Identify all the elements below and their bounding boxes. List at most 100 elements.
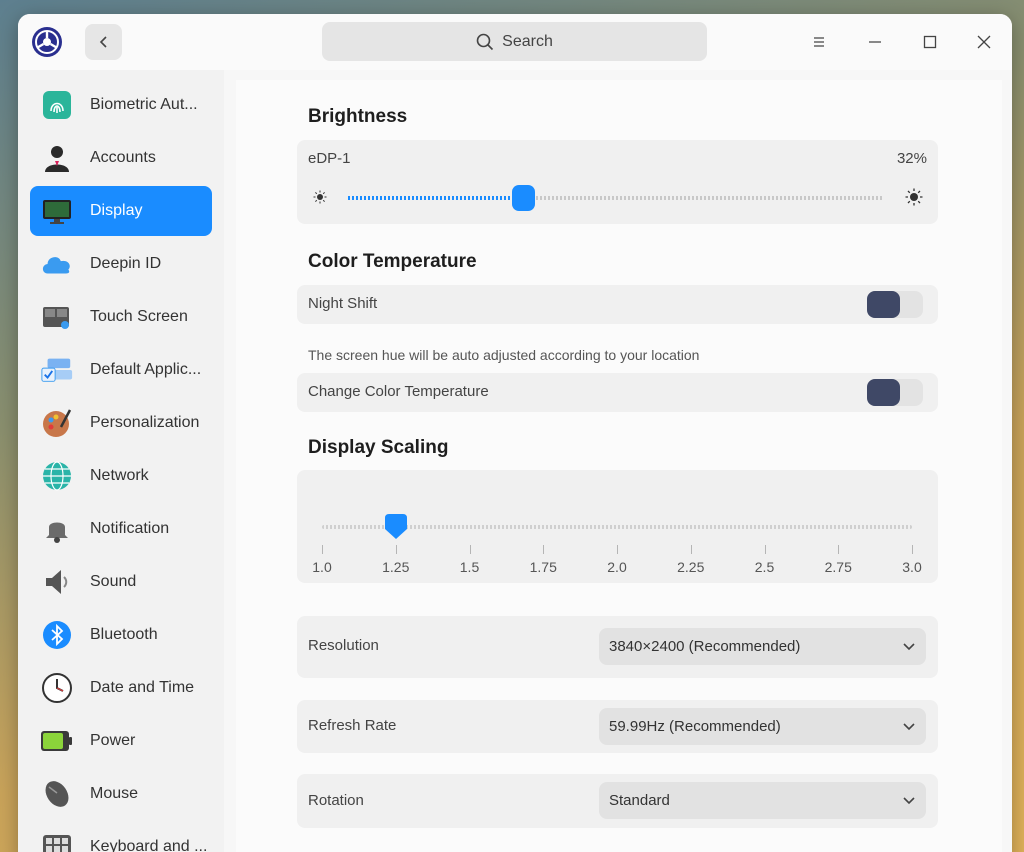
sidebar-item-keyboard[interactable]: Keyboard and ...: [30, 822, 212, 852]
sidebar-item-sound[interactable]: Sound: [30, 557, 212, 607]
brightness-slider-fill: [348, 196, 524, 200]
sidebar-item-display[interactable]: Display: [30, 186, 212, 236]
refresh-rate-value: 59.99Hz (Recommended): [609, 718, 781, 735]
sidebar: Biometric Aut... Accounts Display Deepin…: [18, 70, 224, 852]
refresh-rate-row: Refresh Rate 59.99Hz (Recommended): [297, 700, 938, 753]
back-button[interactable]: [85, 24, 122, 60]
brightness-card: eDP-1 32%: [297, 140, 938, 224]
title-bar: Search: [18, 14, 1012, 70]
resolution-value: 3840×2400 (Recommended): [609, 638, 801, 655]
close-icon: [977, 35, 991, 49]
night-shift-row: Night Shift: [297, 285, 938, 324]
close-button[interactable]: [972, 30, 996, 54]
mouse-icon: [40, 777, 74, 811]
sidebar-item-personalization[interactable]: Personalization: [30, 398, 212, 448]
bluetooth-icon: [40, 618, 74, 652]
speaker-icon: [40, 565, 74, 599]
change-color-temperature-label: Change Color Temperature: [308, 383, 489, 400]
scaling-slider-handle[interactable]: [384, 514, 407, 539]
search-icon: [476, 33, 494, 50]
chevron-left-icon: [99, 36, 107, 48]
display-scaling-card: 1.0 1.25 1.5 1.75 2.0 2.25 2.5 2.75 3.0: [297, 470, 938, 583]
maximize-button[interactable]: [918, 30, 942, 54]
sidebar-item-deepin-id[interactable]: Deepin ID: [30, 239, 212, 289]
resolution-label: Resolution: [308, 637, 379, 654]
sidebar-item-network[interactable]: Network: [30, 451, 212, 501]
rotation-dropdown[interactable]: Standard: [599, 782, 926, 819]
change-color-temperature-row: Change Color Temperature: [297, 373, 938, 412]
sidebar-item-label: Display: [90, 202, 143, 219]
menu-button[interactable]: [807, 30, 831, 54]
sidebar-item-label: Sound: [90, 573, 137, 590]
night-shift-toggle[interactable]: [867, 291, 923, 318]
sidebar-item-label: Deepin ID: [90, 255, 162, 272]
sidebar-item-label: Default Applic...: [90, 361, 202, 378]
sidebar-item-label: Keyboard and ...: [90, 838, 208, 852]
sidebar-item-accounts[interactable]: Accounts: [30, 133, 212, 183]
sidebar-item-label: Date and Time: [90, 679, 195, 696]
toggle-knob: [867, 379, 900, 406]
user-icon: [40, 141, 74, 175]
sidebar-item-label: Mouse: [90, 785, 139, 802]
brightness-value: 32%: [896, 150, 927, 167]
change-color-temperature-toggle[interactable]: [867, 379, 923, 406]
sidebar-item-label: Personalization: [90, 414, 200, 431]
refresh-rate-dropdown[interactable]: 59.99Hz (Recommended): [599, 708, 926, 745]
scaling-slider[interactable]: [322, 525, 912, 529]
search-placeholder: Search: [502, 32, 553, 50]
scaling-tick-label: 1.5: [459, 559, 480, 575]
scaling-tick: [395, 545, 397, 554]
sidebar-item-biometric[interactable]: Biometric Aut...: [30, 80, 212, 130]
scaling-tick: [469, 545, 471, 554]
sidebar-item-mouse[interactable]: Mouse: [30, 769, 212, 819]
brightness-slider[interactable]: [348, 185, 884, 211]
scaling-tick: [543, 545, 545, 554]
sidebar-item-label: Biometric Aut...: [90, 96, 198, 113]
scaling-tick-label: 2.75: [824, 559, 852, 575]
scaling-tick-label: 3.0: [902, 559, 922, 575]
scaling-tick: [912, 545, 913, 554]
sidebar-item-bluetooth[interactable]: Bluetooth: [30, 610, 212, 660]
scaling-tick: [617, 545, 618, 554]
monitor-name: eDP-1: [308, 150, 351, 167]
chevron-down-icon: [903, 723, 915, 731]
search-input[interactable]: Search: [322, 22, 707, 61]
chevron-down-icon: [903, 643, 915, 651]
toggle-knob: [867, 291, 900, 318]
sidebar-item-label: Bluetooth: [90, 626, 158, 643]
resolution-dropdown[interactable]: 3840×2400 (Recommended): [599, 628, 926, 665]
control-center-logo-icon: [31, 26, 63, 58]
sidebar-item-touch-screen[interactable]: Touch Screen: [30, 292, 212, 342]
sidebar-item-date-time[interactable]: Date and Time: [30, 663, 212, 713]
sidebar-item-label: Accounts: [90, 149, 156, 166]
palette-icon: [40, 406, 74, 440]
scaling-tick: [690, 545, 692, 554]
brightness-high-icon: [905, 188, 923, 211]
sidebar-item-notification[interactable]: Notification: [30, 504, 212, 554]
keyboard-icon: [40, 830, 74, 852]
scaling-tick: [764, 545, 766, 554]
clock-icon: [40, 671, 74, 705]
maximize-icon: [923, 35, 937, 49]
touch-screen-icon: [40, 300, 74, 334]
sidebar-item-label: Network: [90, 467, 149, 484]
scaling-tick-label: 1.75: [529, 559, 557, 575]
color-temperature-title: Color Temperature: [308, 251, 477, 272]
night-shift-label: Night Shift: [308, 295, 378, 312]
monitor-icon: [40, 194, 74, 228]
sidebar-item-power[interactable]: Power: [30, 716, 212, 766]
rotation-row: Rotation Standard: [297, 774, 938, 828]
brightness-title: Brightness: [308, 106, 408, 127]
bell-icon: [40, 512, 74, 546]
resolution-row: Resolution 3840×2400 (Recommended): [297, 616, 938, 678]
sidebar-item-default-apps[interactable]: Default Applic...: [30, 345, 212, 395]
scaling-tick-label: 1.0: [312, 559, 332, 575]
cloud-icon: [40, 247, 74, 281]
display-settings-panel: Brightness eDP-1 32% Color Temperature N…: [236, 80, 1002, 852]
fingerprint-icon: [40, 88, 74, 122]
minimize-icon: [869, 41, 881, 43]
brightness-slider-handle[interactable]: [512, 185, 536, 211]
brightness-low-icon: [313, 190, 327, 209]
settings-window: Search Biometric Aut... Accounts Display…: [18, 14, 1012, 852]
minimize-button[interactable]: [863, 30, 887, 54]
